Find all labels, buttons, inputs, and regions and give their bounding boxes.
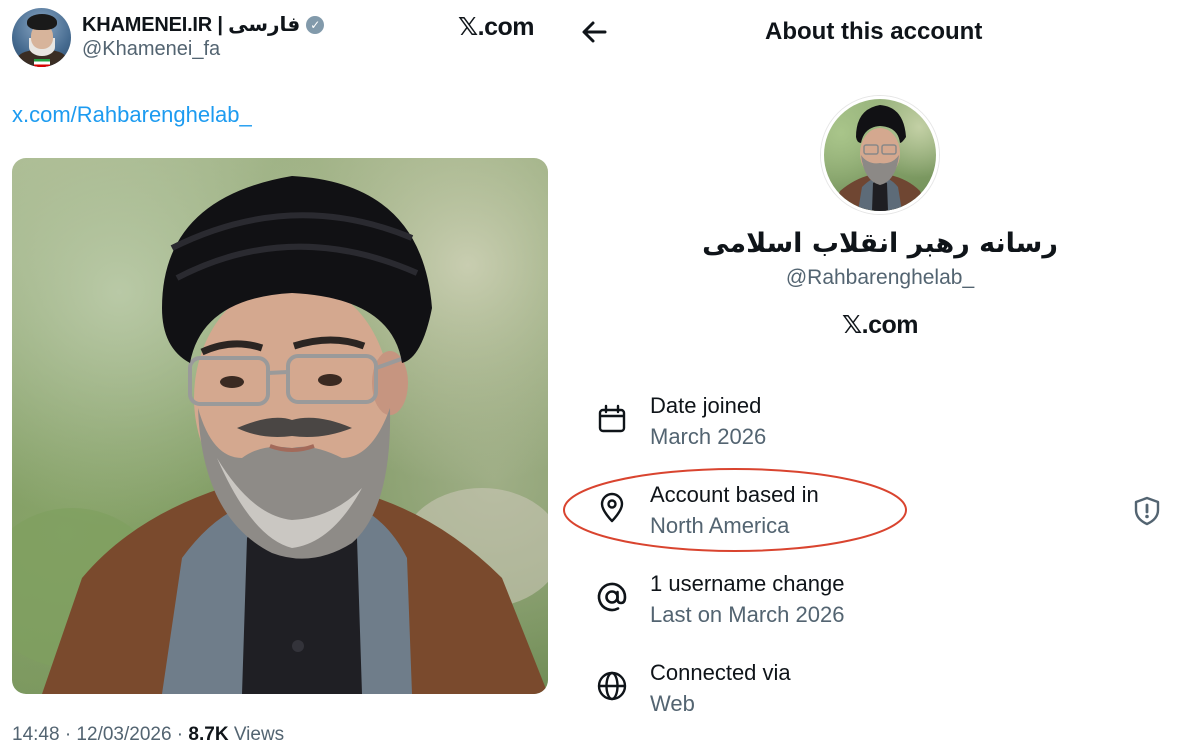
author-name-text: KHAMENEI.IR | فارسی <box>82 14 301 36</box>
author-avatar[interactable] <box>12 8 71 67</box>
verified-badge-icon: ✓ <box>306 15 325 34</box>
account-display-name: رسانه رهبر انقلاب اسلامی <box>702 228 1058 259</box>
portrait-illustration <box>12 176 548 694</box>
author-handle[interactable]: @Khamenei_fa <box>82 38 220 61</box>
info-row-label: Connected via <box>650 660 791 685</box>
info-row-value: March 2026 <box>650 424 767 449</box>
author-name[interactable]: KHAMENEI.IR | فارسی ✓ <box>82 12 325 37</box>
page-title: About this account <box>765 18 983 45</box>
flag-icon <box>34 59 50 67</box>
info-row-value: Last on March 2026 <box>650 602 845 627</box>
info-row-label: 1 username change <box>650 571 845 596</box>
calendar-icon <box>598 404 626 433</box>
account-avatar[interactable] <box>821 96 939 214</box>
info-row-label: Account based in <box>650 482 819 507</box>
info-row-connected-via: Connected via Web <box>596 660 1156 724</box>
x-logo: 𝕏.com <box>842 311 919 339</box>
views-label: Views <box>228 724 285 745</box>
tweet-timestamp[interactable]: 14:48 · 12/03/2026 · <box>12 724 188 745</box>
info-row-username-change: 1 username change Last on March 2026 <box>596 571 1156 635</box>
tweet-link[interactable]: x.com/Rahbarenghelab_ <box>12 102 252 128</box>
views-count: 8.7K <box>188 724 229 745</box>
tweet-photo[interactable] <box>12 158 548 694</box>
shield-alert-icon[interactable] <box>1132 496 1162 526</box>
tweet-meta: 14:48 · 12/03/2026 · 8.7K Views <box>12 724 284 746</box>
info-row-account-based-in: Account based in North America <box>596 482 1156 546</box>
at-sign-icon <box>597 582 627 612</box>
info-row-label: Date joined <box>650 393 762 418</box>
x-logo: 𝕏.com <box>458 13 535 41</box>
tweet-panel: KHAMENEI.IR | فارسی ✓ @Khamenei_fa 𝕏.com… <box>0 0 560 755</box>
back-arrow-icon[interactable] <box>578 16 610 48</box>
account-handle[interactable]: @Rahbarenghelab_ <box>700 266 1060 290</box>
globe-icon <box>597 671 627 701</box>
location-pin-icon <box>600 492 624 523</box>
about-panel: About this account رسانه رهبر انقلاب اسل… <box>560 0 1200 755</box>
info-row-date-joined: Date joined March 2026 <box>596 393 1156 457</box>
info-row-value: North America <box>650 513 790 538</box>
info-row-value: Web <box>650 691 695 716</box>
